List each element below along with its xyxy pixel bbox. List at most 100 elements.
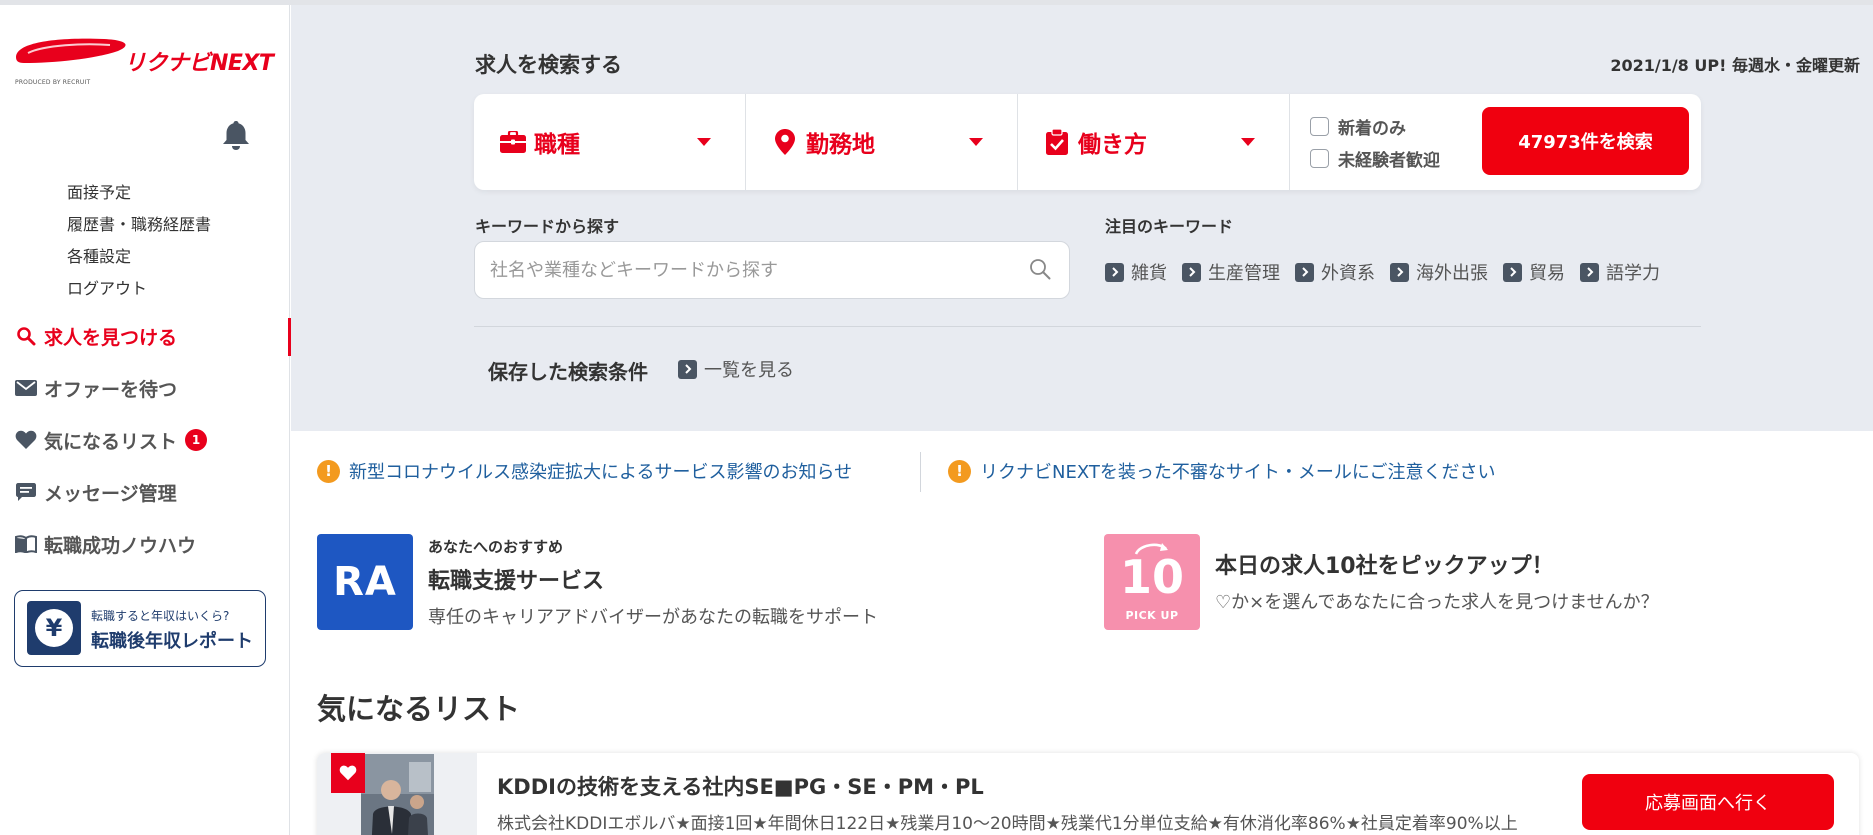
nav-item-label: 転職成功ノウハウ	[44, 534, 197, 557]
location-pin-icon	[772, 129, 798, 155]
featured-keywords-label: 注目のキーワード	[1105, 217, 1234, 236]
salary-report-banner[interactable]: ¥ 転職すると年収はいくら? 転職後年収レポート	[14, 590, 266, 667]
notice-covid[interactable]: ! 新型コロナウイルス感染症拡大によるサービス影響のお知らせ	[317, 458, 852, 484]
submenu-interview-schedule[interactable]: 面接予定	[67, 177, 211, 209]
new-only-checkbox[interactable]: 新着のみ	[1310, 110, 1482, 142]
chevron-right-icon	[1105, 262, 1124, 282]
favorites-heading: 気になるリスト	[317, 692, 521, 726]
keyword-input[interactable]	[475, 242, 1015, 298]
clipboard-check-icon	[1044, 129, 1070, 155]
report-subtitle: 転職すると年収はいくら?	[91, 609, 230, 623]
ra-logo: RA	[317, 534, 413, 630]
logo-swoosh-icon	[16, 38, 126, 63]
main-nav: 求人を見つける オファーを待つ 気になるリスト 1 メッセージ管理 転職成功ノウ…	[0, 310, 291, 570]
inexperienced-welcome-checkbox[interactable]: 未経験者歓迎	[1310, 142, 1482, 174]
job-description: 株式会社KDDIエボルバ★面接1回★年間休日122日★残業月10～20時間★残業…	[497, 814, 1518, 834]
favorite-heart-icon[interactable]	[331, 753, 365, 793]
pickup-number: 10	[1119, 550, 1184, 604]
account-submenu: 面接予定 履歴書・職務経歴書 各種設定 ログアウト	[67, 177, 211, 305]
search-submit-button[interactable]: 47973件を検索	[1482, 107, 1689, 175]
promo-kicker: あなたへのおすすめ	[428, 538, 564, 556]
logo-text: リクナビNEXT	[124, 51, 274, 76]
nav-item-find-jobs[interactable]: 求人を見つける	[0, 310, 291, 362]
pickup-logo: 10 PICK UP	[1104, 534, 1200, 630]
featured-keyword-link[interactable]: 語学力	[1580, 259, 1660, 285]
nav-item-label: 気になるリスト	[44, 430, 178, 453]
featured-keyword-label: 海外出張	[1416, 263, 1488, 284]
promo-text: あなたへのおすすめ 転職支援サービス 専任のキャリアアドバイザーがあなたの転職を…	[428, 534, 878, 630]
search-filters: 新着のみ 未経験者歓迎	[1290, 94, 1482, 190]
checkbox-box[interactable]	[1310, 148, 1329, 168]
featured-keyword-link[interactable]: 生産管理	[1182, 259, 1280, 285]
nav-item-label: オファーを待つ	[44, 378, 178, 401]
featured-keyword-link[interactable]: 雑貨	[1105, 259, 1167, 285]
mail-icon	[14, 376, 38, 400]
keyword-label: キーワードから探す	[475, 217, 620, 236]
nav-item-favorites[interactable]: 気になるリスト 1	[0, 414, 290, 466]
notice-phishing[interactable]: ! リクナビNEXTを装った不審なサイト・メールにご注意ください	[948, 458, 1496, 484]
heart-icon	[14, 428, 38, 452]
keyword-field	[474, 241, 1070, 299]
promo-title: 転職支援サービス	[428, 569, 605, 594]
promo-title: 本日の求人10社をピックアップ！	[1215, 554, 1554, 579]
promo-pickup[interactable]: 10 PICK UP 本日の求人10社をピックアップ！ ♡か×を選んであなたに合…	[1104, 534, 1659, 630]
saved-searches-link[interactable]: 一覧を見る	[678, 356, 794, 382]
job-title[interactable]: KDDIの技術を支える社内SE■PG・SE・PM・PL	[497, 771, 984, 801]
bell-icon[interactable]	[222, 119, 250, 155]
featured-keyword-label: 生産管理	[1208, 263, 1280, 284]
notice-text: 新型コロナウイルス感染症拡大によるサービス影響のお知らせ	[349, 462, 853, 483]
search-icon	[14, 324, 38, 348]
location-select-label: 勤務地	[806, 132, 875, 158]
featured-keyword-label: 語学力	[1606, 263, 1660, 284]
location-select[interactable]: 勤務地	[746, 94, 1018, 190]
chevron-down-icon	[1241, 138, 1255, 146]
chevron-right-icon	[1503, 262, 1522, 282]
message-icon	[14, 480, 38, 504]
job-search-panel: 求人を検索する 2021/1/8 UP! 毎週水・金曜更新 職種 勤務地 働き方	[291, 5, 1873, 431]
submenu-settings[interactable]: 各種設定	[67, 241, 211, 273]
chevron-down-icon	[697, 138, 711, 146]
sidebar: リクナビNEXT PRODUCED BY RECRUIT 面接予定 履歴書・職務…	[0, 5, 291, 835]
nav-item-label: メッセージ管理	[44, 482, 177, 505]
favorite-job-card[interactable]: KDDIの技術を支える社内SE■PG・SE・PM・PL 株式会社KDDIエボルバ…	[317, 753, 1859, 835]
nav-item-label: 求人を見つける	[44, 326, 178, 349]
featured-keyword-label: 貿易	[1529, 263, 1565, 284]
chevron-down-icon	[969, 138, 983, 146]
yen-icon: ¥	[27, 601, 81, 655]
pickup-caption: PICK UP	[1125, 609, 1179, 622]
submenu-resume[interactable]: 履歴書・職務経歴書	[67, 209, 211, 241]
search-criteria-box: 職種 勤務地 働き方 新着のみ 未経験者歓迎 47973件を検索	[474, 94, 1701, 190]
promo-career-support[interactable]: RA あなたへのおすすめ 転職支援サービス 専任のキャリアアドバイザーがあなたの…	[317, 534, 878, 630]
submenu-logout[interactable]: ログアウト	[67, 273, 211, 305]
nav-item-offers[interactable]: オファーを待つ	[0, 362, 290, 414]
book-icon	[14, 532, 38, 556]
nav-item-messages[interactable]: メッセージ管理	[0, 466, 290, 518]
promo-description: ♡か×を選んであなたに合った求人を見つけませんか？	[1215, 592, 1659, 613]
rikunabi-next-logo[interactable]: リクナビNEXT PRODUCED BY RECRUIT	[14, 33, 274, 89]
apply-button[interactable]: 応募画面へ行く	[1582, 774, 1834, 830]
warning-icon: !	[948, 459, 971, 483]
promo-description: 専任のキャリアアドバイザーがあなたの転職をサポート	[428, 607, 878, 628]
report-title: 転職後年収レポート	[91, 631, 253, 652]
work-style-select[interactable]: 働き方	[1018, 94, 1290, 190]
featured-keyword-label: 外資系	[1321, 263, 1375, 284]
nav-item-know-how[interactable]: 転職成功ノウハウ	[0, 518, 290, 570]
featured-keyword-label: 雑貨	[1131, 263, 1167, 284]
chevron-right-icon	[1295, 262, 1314, 282]
occupation-select[interactable]: 職種	[474, 94, 746, 190]
featured-keyword-link[interactable]: 貿易	[1503, 259, 1565, 285]
checkbox-box[interactable]	[1310, 116, 1329, 136]
promo-text: 本日の求人10社をピックアップ！ ♡か×を選んであなたに合った求人を見つけません…	[1215, 534, 1659, 630]
occupation-select-label: 職種	[534, 132, 580, 158]
update-date: 2021/1/8 UP!	[1610, 56, 1727, 75]
checkbox-label: 新着のみ	[1338, 118, 1406, 139]
checkbox-label: 未経験者歓迎	[1338, 150, 1440, 171]
featured-keyword-link[interactable]: 海外出張	[1390, 259, 1488, 285]
search-heading: 求人を検索する	[475, 53, 622, 77]
update-schedule: 毎週水・金曜更新	[1731, 56, 1860, 75]
briefcase-icon	[500, 129, 526, 155]
featured-keyword-link[interactable]: 外資系	[1295, 259, 1375, 285]
favorites-count-badge: 1	[185, 429, 208, 451]
search-icon[interactable]	[1029, 258, 1051, 284]
notice-text: リクナビNEXTを装った不審なサイト・メールにご注意ください	[980, 462, 1496, 483]
